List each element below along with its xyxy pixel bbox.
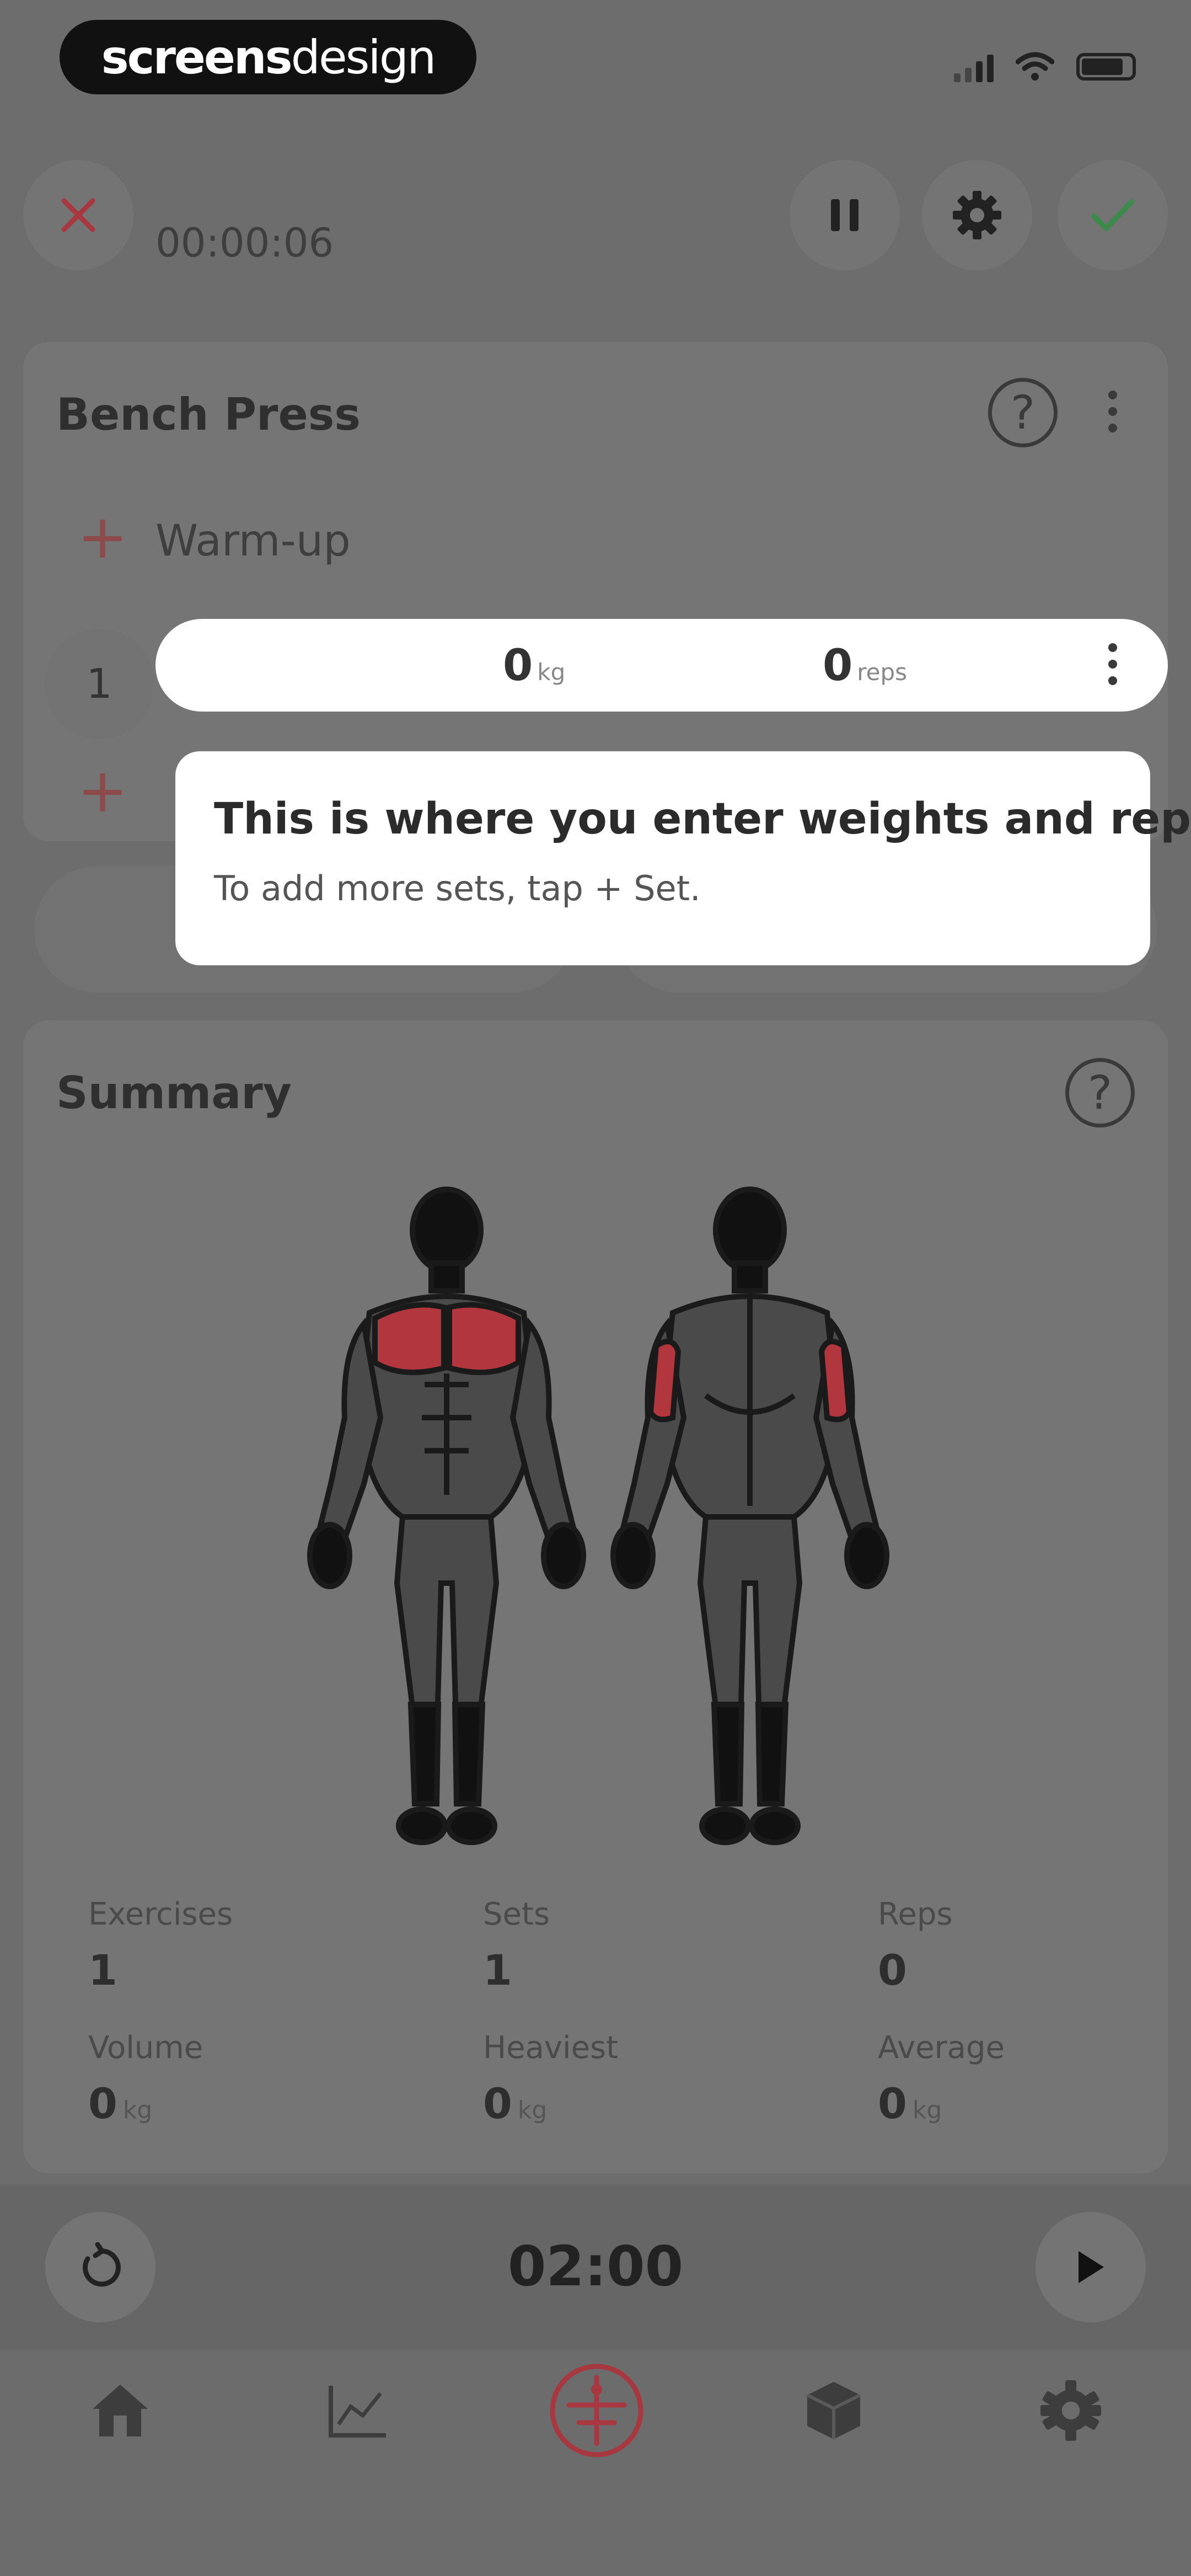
tab-progress[interactable]	[320, 2372, 397, 2449]
tab-exercises[interactable]	[795, 2372, 872, 2449]
warmup-label[interactable]: Warm-up	[155, 516, 351, 566]
play-icon	[1079, 2251, 1104, 2283]
settings-icon	[1040, 2380, 1101, 2441]
stat-volume: Volume 0 kg	[88, 2030, 203, 2128]
tooltip-title: This is where you enter weights and reps	[214, 794, 1191, 844]
stat-sets: Sets 1	[483, 1896, 550, 1995]
summary-help-icon[interactable]: ?	[1065, 1058, 1135, 1127]
stat-label: Sets	[483, 1896, 550, 1932]
set-number[interactable]: 1	[44, 629, 154, 739]
stat-label: Heaviest	[483, 2030, 619, 2066]
battery-icon	[1076, 53, 1136, 81]
workout-settings-button[interactable]	[922, 160, 1032, 270]
stat-reps: Reps 0	[878, 1896, 953, 1995]
tab-home[interactable]	[82, 2372, 159, 2449]
brand-bold: screens	[101, 30, 293, 84]
add-warmup-icon[interactable]: +	[77, 506, 128, 567]
pause-button[interactable]	[790, 160, 900, 270]
workout-timer: 00:00:06	[155, 220, 334, 266]
check-icon	[1091, 199, 1134, 231]
close-workout-button[interactable]	[23, 160, 133, 270]
set-input-row: 0 kg 0 reps	[155, 619, 1168, 712]
reps-field[interactable]: 0 reps	[823, 641, 907, 691]
brand-logo: screens design	[60, 20, 476, 94]
close-icon	[61, 198, 95, 232]
exercise-name[interactable]: Bench Press	[56, 389, 361, 440]
status-icons	[954, 47, 1136, 86]
stat-value: 1	[88, 1946, 117, 1995]
weight-value: 0	[503, 641, 533, 691]
weight-unit: kg	[537, 659, 566, 686]
stat-label: Reps	[878, 1896, 953, 1932]
stat-value: 0 kg	[88, 2079, 153, 2128]
back-body-diagram	[610, 1187, 889, 1845]
stat-value: 1	[483, 1946, 512, 1995]
reps-value: 0	[823, 641, 853, 691]
cube-icon	[806, 2382, 861, 2439]
start-timer-button[interactable]	[1036, 2212, 1146, 2322]
stat-label: Average	[878, 2030, 1005, 2066]
onboarding-tooltip[interactable]: This is where you enter weights and reps…	[175, 751, 1191, 965]
front-body-diagram	[307, 1187, 586, 1845]
exercise-help-icon[interactable]: ?	[988, 378, 1058, 447]
app-screen: screens design 00:00:06 Bench Press ? + …	[0, 0, 1191, 2576]
finish-workout-button[interactable]	[1058, 160, 1168, 270]
stat-heaviest: Heaviest 0 kg	[483, 2030, 618, 2128]
home-icon	[93, 2385, 148, 2436]
brand-thin: design	[291, 30, 437, 84]
tooltip-body: To add more sets, tap + Set.	[214, 868, 701, 908]
wifi-icon	[1016, 52, 1054, 81]
stat-label: Volume	[88, 2030, 203, 2066]
tab-workout[interactable]	[547, 2361, 646, 2460]
summary-title: Summary	[56, 1067, 292, 1119]
exercise-menu-icon[interactable]	[1108, 391, 1117, 432]
signal-icon	[954, 51, 994, 82]
reps-unit: reps	[857, 659, 908, 686]
chart-icon	[329, 2386, 386, 2438]
gear-icon	[953, 191, 1001, 239]
rest-timer-value[interactable]: 02:00	[0, 2234, 1191, 2299]
pause-icon	[831, 199, 859, 231]
workout-icon	[550, 2364, 643, 2457]
stat-value: 0 kg	[878, 2079, 942, 2128]
tab-settings[interactable]	[1032, 2372, 1109, 2449]
stat-average: Average 0 kg	[878, 2030, 1005, 2128]
stat-label: Exercises	[88, 1896, 233, 1932]
set-menu-icon[interactable]	[1108, 643, 1117, 685]
weight-field[interactable]: 0 kg	[503, 641, 565, 691]
add-set-icon[interactable]: +	[77, 760, 128, 821]
stat-value: 0	[878, 1946, 907, 1995]
stat-value: 0 kg	[483, 2079, 548, 2128]
stat-exercises: Exercises 1	[88, 1896, 233, 1995]
